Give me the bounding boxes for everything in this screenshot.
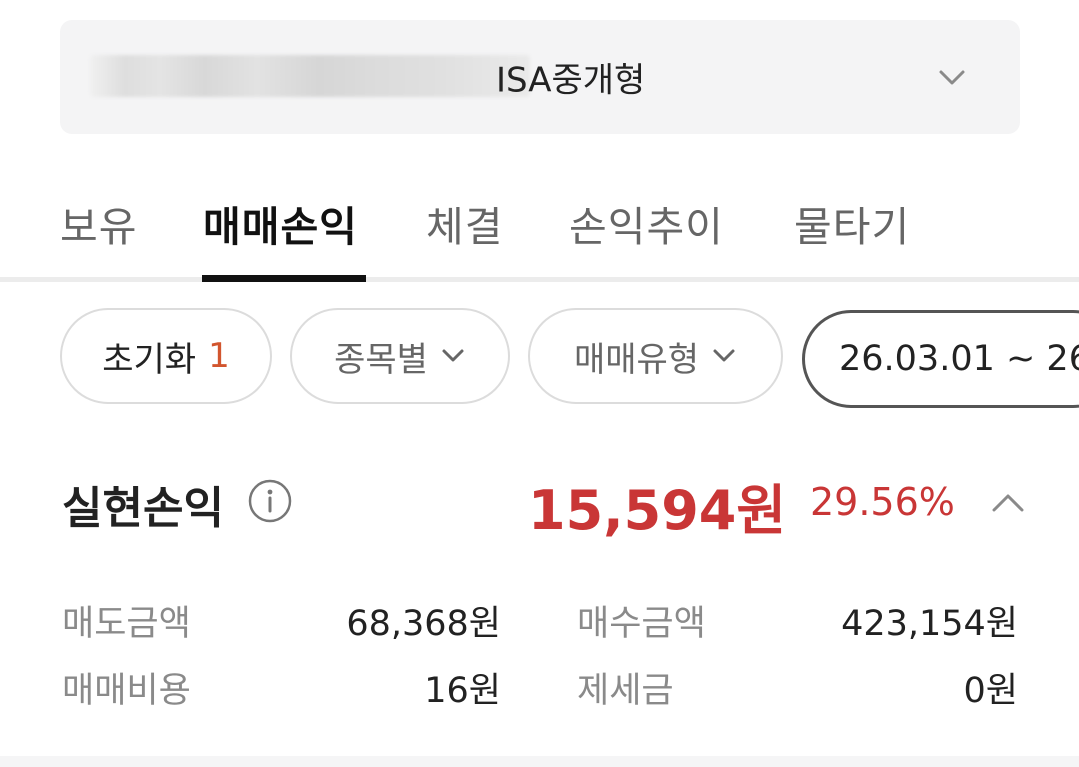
- account-number-redacted: [90, 55, 530, 97]
- tab-averaging-down[interactable]: 물타기: [794, 193, 910, 253]
- account-selector[interactable]: ISA중개형: [60, 20, 1020, 134]
- reset-filter-chip[interactable]: 초기화 1: [60, 308, 272, 404]
- realized-pnl-amount: 15,594원: [528, 479, 787, 542]
- reset-label: 초기화: [102, 339, 197, 380]
- trade-cost-label: 매매비용: [62, 671, 191, 711]
- chevron-down-icon: [939, 70, 965, 85]
- tab-executions[interactable]: 체결: [426, 193, 503, 253]
- by-stock-label: 종목별: [334, 339, 428, 380]
- section-divider: [0, 756, 1079, 767]
- trade-type-dropdown[interactable]: 매매유형: [528, 308, 783, 404]
- tab-holdings[interactable]: 보유: [60, 193, 137, 253]
- chevron-down-icon: [713, 349, 735, 362]
- date-range-value: 26.03.01 ~ 26: [839, 339, 1079, 379]
- date-range-picker[interactable]: 26.03.01 ~ 26: [802, 310, 1079, 408]
- buy-amount-value: 423,154원: [841, 604, 1018, 644]
- reset-count-badge: 1: [208, 336, 230, 376]
- trade-cost-value: 16원: [424, 671, 501, 711]
- sell-amount-label: 매도금액: [62, 604, 191, 644]
- trade-type-label: 매매유형: [573, 339, 700, 380]
- tax-value: 0원: [963, 671, 1018, 711]
- realized-pnl-title: 실현손익: [62, 483, 224, 534]
- tax-label: 제세금: [577, 671, 674, 711]
- sell-amount-value: 68,368원: [346, 604, 501, 644]
- active-tab-indicator: [202, 275, 366, 282]
- info-icon[interactable]: [247, 478, 293, 524]
- by-stock-dropdown[interactable]: 종목별: [290, 308, 510, 404]
- buy-amount-label: 매수금액: [577, 604, 706, 644]
- tab-trading-pnl[interactable]: 매매손익: [203, 193, 358, 253]
- trading-pnl-screen: ISA중개형 보유 매매손익 체결 손익추이 물타기 초기화 1 종목별 매매유…: [0, 0, 1079, 767]
- tab-pnl-trend[interactable]: 손익추이: [569, 193, 724, 253]
- realized-pnl-rate: 29.56%: [810, 480, 955, 524]
- tab-bar: 보유 매매손익 체결 손익추이 물타기: [0, 160, 1079, 282]
- chevron-down-icon: [442, 349, 464, 362]
- chevron-up-icon[interactable]: [988, 486, 1028, 518]
- account-name: ISA중개형: [496, 60, 646, 101]
